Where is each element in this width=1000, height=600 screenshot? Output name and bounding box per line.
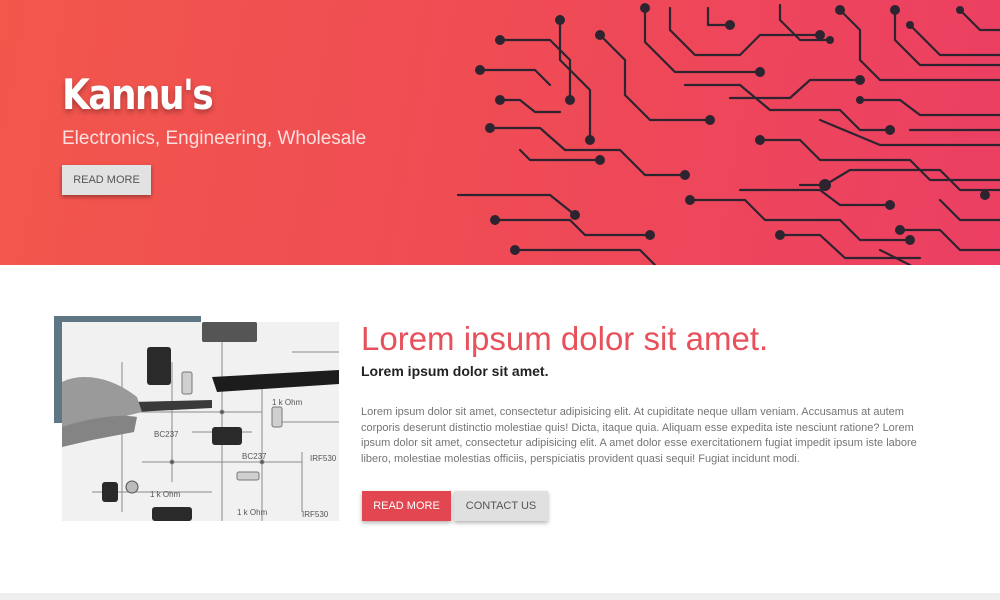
electronics-photo: BC237 1 k Ohm IRF530 BC237 1 k Ohm IRF53… <box>62 322 339 521</box>
electronics-illustration <box>62 322 339 521</box>
content-body: Lorem ipsum dolor sit amet, consectetur … <box>361 405 941 467</box>
hero-subtitle: Electronics, Engineering, Wholesale <box>62 128 366 150</box>
photo-label-1k-b: 1 k Ohm <box>237 508 267 517</box>
photo-label-irf530-a: IRF530 <box>310 454 336 463</box>
hero-title: Kannu's <box>62 70 212 119</box>
read-more-button[interactable]: READ MORE <box>362 491 451 521</box>
hero-banner: Kannu's Electronics, Engineering, Wholes… <box>0 0 1000 265</box>
photo-label-1k-a: 1 k Ohm <box>150 490 180 499</box>
content-subtitle: Lorem ipsum dolor sit amet. <box>361 363 548 379</box>
contact-us-button[interactable]: CONTACT US <box>454 491 548 521</box>
footer-strip <box>0 593 1000 600</box>
photo-label-irf530-b: IRF530 <box>302 510 328 519</box>
photo-label-bc237-a: BC237 <box>154 430 178 439</box>
circuit-board-graphic <box>440 0 1000 265</box>
photo-label-1k-c: 1 k Ohm <box>272 398 302 407</box>
photo-label-bc237-b: BC237 <box>242 452 266 461</box>
hero-read-more-button[interactable]: READ MORE <box>62 165 151 195</box>
content-title: Lorem ipsum dolor sit amet. <box>361 320 768 358</box>
